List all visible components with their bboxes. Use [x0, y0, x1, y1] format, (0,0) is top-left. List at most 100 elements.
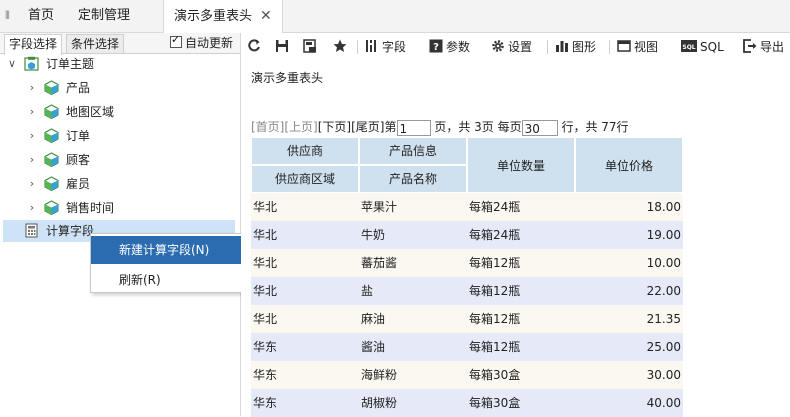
dimension-icon — [44, 176, 59, 191]
tab-condition-select[interactable]: 条件选择 — [66, 34, 125, 53]
dimension-icon — [44, 80, 59, 95]
settings-label: 设置 — [508, 40, 533, 54]
refresh-button[interactable] — [247, 38, 264, 56]
help-icon: ? — [429, 39, 443, 53]
toolbar-separator — [357, 40, 358, 54]
star-icon — [333, 39, 347, 52]
chevron-down-icon[interactable]: ∨ — [6, 53, 18, 75]
chevron-right-icon[interactable]: › — [26, 101, 38, 123]
save-as-button[interactable] — [303, 38, 320, 56]
settings-button[interactable]: 设置 — [491, 38, 532, 56]
table-cell: 麻油 — [361, 312, 386, 326]
table-cell: 每箱24瓶 — [469, 200, 521, 214]
table-cell: 25.00 — [646, 340, 681, 354]
toolbar: 字段 ? 参数 设置 图形 视图 SQL SQL 导出 — [241, 33, 790, 61]
tree-item-3[interactable]: › 顾客 — [0, 149, 240, 171]
table-cell: 华东 — [253, 396, 278, 410]
header-supplier: 供应商 — [251, 137, 359, 165]
refresh-icon — [248, 39, 260, 52]
chevron-right-icon[interactable]: › — [26, 197, 38, 219]
context-menu: 新建计算字段(N) 刷新(R) — [90, 233, 252, 293]
field-button[interactable]: 字段 — [365, 38, 406, 56]
table-row: 华东 胡椒粉 每箱30盒 40.00 — [251, 389, 683, 417]
export-button[interactable]: 导出 — [743, 38, 784, 56]
view-button[interactable]: 视图 — [617, 38, 658, 56]
table-cell: 华北 — [253, 284, 278, 298]
dimension-icon — [44, 200, 59, 215]
menu-item-new-calc-field[interactable]: 新建计算字段(N) — [91, 236, 251, 264]
table-cell: 每箱12瓶 — [469, 340, 521, 354]
table-cell: 苹果汁 — [361, 200, 398, 214]
table-cell: 华东 — [253, 340, 278, 354]
drag-grip-icon[interactable]: ⦀ — [5, 9, 10, 23]
tab-demo-multi-header[interactable]: 演示多重表头 ✕ — [163, 0, 283, 33]
pager-next-link[interactable]: [下页] — [318, 120, 351, 134]
table-row: 华北 苹果汁 每箱24瓶 18.00 — [251, 193, 683, 221]
param-button[interactable]: ? 参数 — [429, 38, 470, 56]
per-page-input[interactable]: 30 — [521, 119, 558, 136]
tree-item-0[interactable]: › 产品 — [0, 77, 240, 99]
table-row: 华北 牛奶 每箱24瓶 19.00 — [251, 221, 683, 249]
pager-prev-link[interactable]: [上页] — [284, 120, 317, 134]
chevron-right-icon[interactable]: › — [26, 173, 38, 195]
chevron-right-icon[interactable]: › — [26, 149, 38, 171]
table-row: 华北 麻油 每箱12瓶 21.35 — [251, 305, 683, 333]
tab-home[interactable]: 首页 — [28, 0, 54, 32]
tree-item-1[interactable]: › 地图区域 — [0, 101, 240, 123]
tree-label: 雇员 — [66, 177, 91, 191]
chevron-right-icon[interactable]: › — [26, 77, 38, 99]
toolbar-separator — [609, 40, 610, 54]
tree-item-5[interactable]: › 销售时间 — [0, 197, 240, 219]
pager: [首页][上页][下页][尾页]第 1 页，共 3页 每页 30 行，共 77行 — [251, 117, 629, 137]
favorite-button[interactable] — [333, 38, 350, 56]
export-label: 导出 — [760, 40, 785, 54]
svg-text:SQL: SQL — [682, 44, 695, 51]
table-cell: 海鲜粉 — [361, 368, 398, 382]
table-cell: 10.00 — [646, 256, 681, 270]
close-icon[interactable]: ✕ — [260, 0, 272, 32]
dimension-icon — [44, 152, 59, 167]
table-cell: 40.00 — [646, 396, 681, 410]
chart-button[interactable]: 图形 — [555, 38, 596, 56]
menu-item-refresh[interactable]: 刷新(R) — [91, 266, 251, 294]
calculator-icon — [25, 223, 38, 238]
tree-item-4[interactable]: › 雇员 — [0, 173, 240, 195]
table-cell: 华北 — [253, 228, 278, 242]
auto-refresh-checkbox[interactable]: 自动更新 — [170, 33, 233, 51]
checkbox-checked-icon — [170, 33, 182, 48]
table-cell: 每箱30盒 — [469, 368, 521, 382]
save-button[interactable] — [275, 38, 292, 56]
table-cell: 华东 — [253, 368, 278, 382]
table-cell: 每箱30盒 — [469, 396, 521, 410]
tree-item-root[interactable]: ∨ 订单主题 — [0, 53, 240, 75]
param-label: 参数 — [446, 40, 471, 54]
pager-page-mid: 页，共 3页 每页 — [434, 120, 522, 134]
dimension-icon — [44, 128, 59, 143]
table-cell: 胡椒粉 — [361, 396, 398, 410]
tab-custom-manage[interactable]: 定制管理 — [78, 0, 130, 32]
pager-first-link[interactable]: [首页] — [251, 120, 284, 134]
page-number-input[interactable]: 1 — [396, 119, 431, 136]
view-icon — [617, 40, 631, 52]
left-tab-strip: 字段选择 条件选择 自动更新 — [0, 33, 240, 55]
tree-label: 地图区域 — [66, 105, 115, 119]
header-unit-price: 单位价格 — [575, 137, 683, 193]
sql-button[interactable]: SQL SQL — [681, 38, 724, 56]
gear-icon — [492, 40, 504, 52]
chevron-right-icon[interactable]: › — [26, 125, 38, 147]
tree-item-2[interactable]: › 订单 — [0, 125, 240, 147]
header-product-name: 产品名称 — [359, 165, 467, 193]
table-cell: 30.00 — [646, 368, 681, 382]
table-cell: 盐 — [361, 284, 374, 298]
tab-label: 演示多重表头 — [174, 9, 253, 24]
svg-text:?: ? — [433, 42, 439, 53]
dimension-icon — [44, 104, 59, 119]
left-panel: 字段选择 条件选择 自动更新 ∨ 订单主题 ›产品›地图区域›订单›顾客›雇员›… — [0, 33, 241, 416]
pager-last-link[interactable]: [尾页] — [351, 120, 384, 134]
table-cell: 华北 — [253, 200, 278, 214]
table-cell: 每箱12瓶 — [469, 284, 521, 298]
toolbar-separator — [547, 40, 548, 54]
save-icon — [276, 40, 288, 52]
tab-field-select[interactable]: 字段选择 — [4, 34, 63, 55]
subject-icon — [24, 56, 39, 71]
